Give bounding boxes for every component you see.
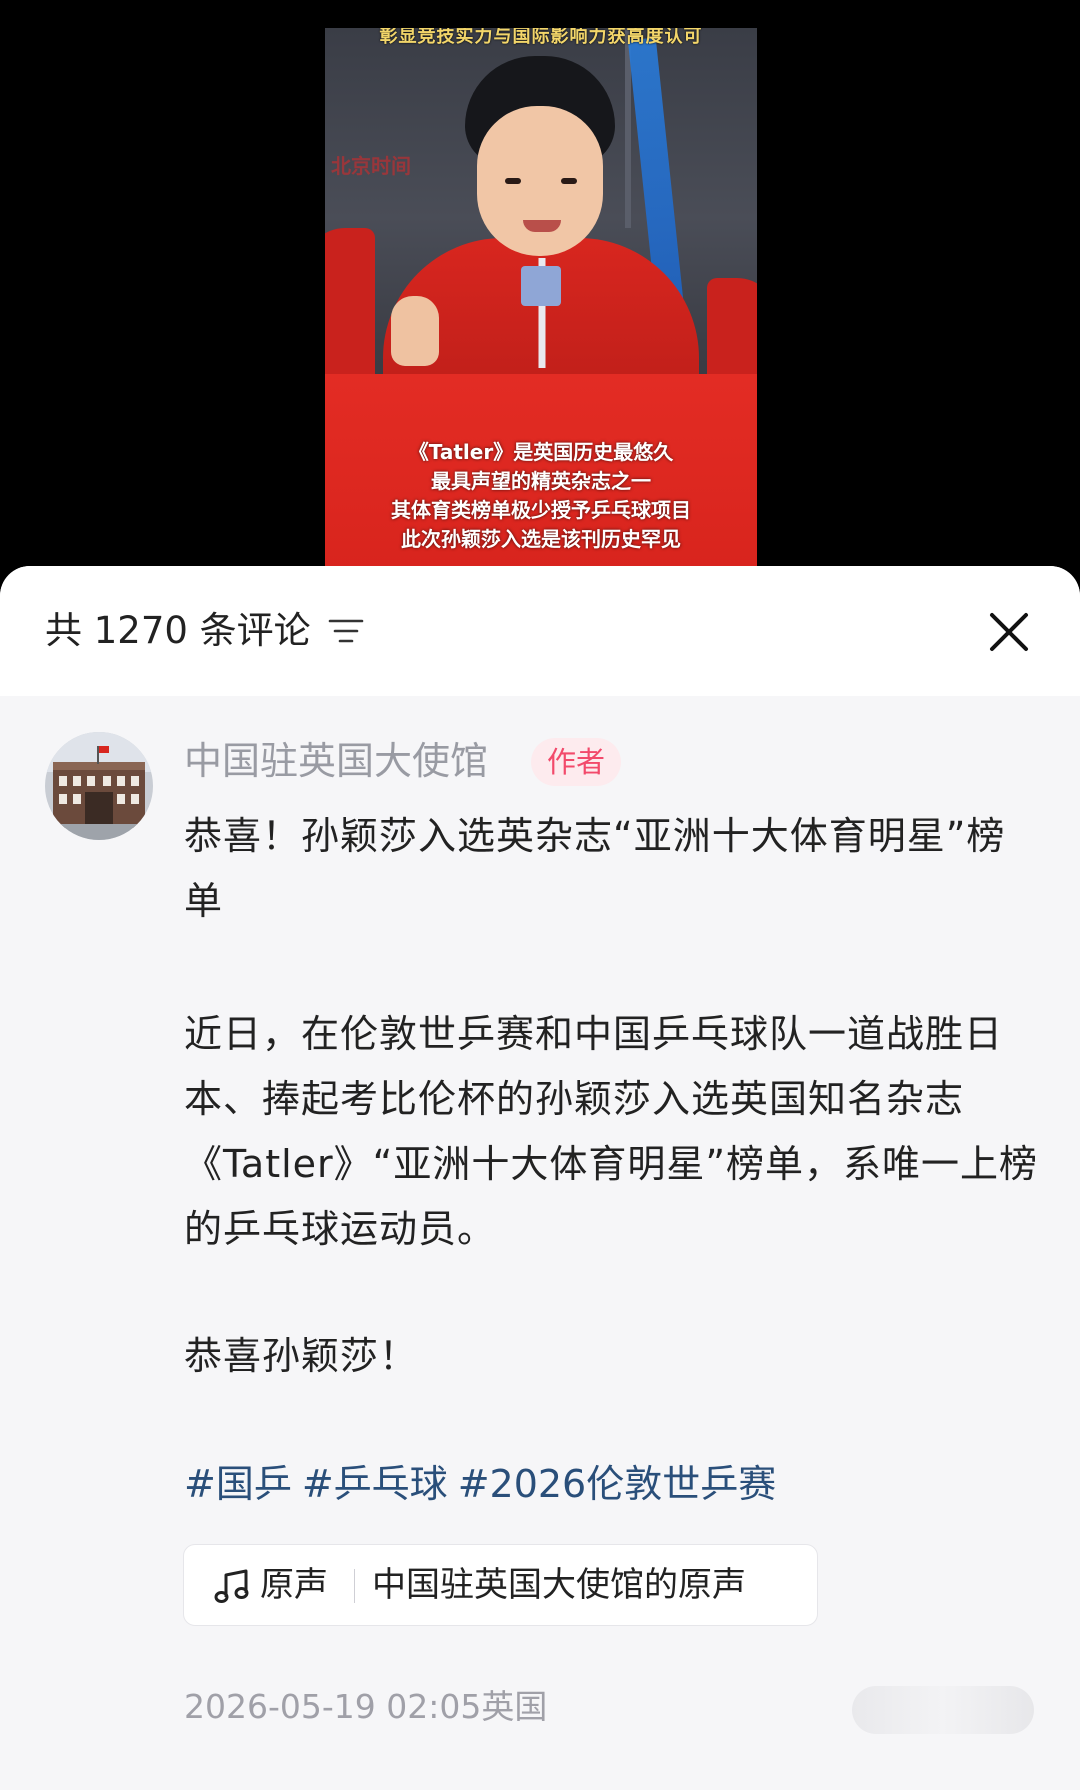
- thumbs-up-hand: [391, 296, 439, 366]
- overlay-line: 此次孙颖莎入选是该刊历史罕见: [401, 527, 681, 551]
- sound-title: 中国驻英国大使馆的原声: [372, 1565, 746, 1605]
- left-eye: [505, 178, 521, 184]
- blurred-action-area: [852, 1686, 1034, 1734]
- avatar[interactable]: [45, 732, 153, 840]
- sound-label: 原声: [260, 1565, 328, 1605]
- video-frame: 彰显竞技实力与国际影响力获高度认可 北京时间 《Tatler》是英国历史最悠久 …: [325, 28, 757, 570]
- hashtag-link[interactable]: #2026伦敦世乒赛: [458, 1462, 777, 1506]
- person-face: [477, 106, 603, 256]
- comment-item: 中国驻英国大使馆 作者 恭喜！孙颖莎入选英杂志“亚洲十大体育明星”榜单 近日，在…: [0, 566, 1080, 1790]
- comment-paragraph: 恭喜！孙颖莎入选英杂志“亚洲十大体育明星”榜单: [184, 814, 1006, 923]
- video-watermark: 北京时间: [331, 154, 411, 178]
- video-overlay-text: 《Tatler》是英国历史最悠久 最具声望的精英杂志之一 其体育类榜单极少授予乒…: [325, 438, 757, 554]
- overlay-line: 其体育类榜单极少授予乒乓球项目: [391, 498, 691, 522]
- divider: [354, 1569, 355, 1603]
- right-eye: [561, 178, 577, 184]
- comment-paragraph: 近日，在伦敦世乒赛和中国乒乓球队一道战胜日本、捧起考比伦杯的孙颖莎入选英国知名杂…: [184, 1012, 1039, 1251]
- author-badge: 作者: [531, 738, 622, 786]
- inner-shirt: [521, 266, 561, 306]
- original-sound-chip[interactable]: 原声 中国驻英国大使馆的原声: [183, 1544, 818, 1626]
- video-player[interactable]: 彰显竞技实力与国际影响力获高度认可 北京时间 《Tatler》是英国历史最悠久 …: [0, 0, 1080, 570]
- hashtag-link[interactable]: #国乒: [184, 1462, 292, 1506]
- music-note-icon: [214, 1569, 249, 1603]
- overlay-line: 《Tatler》是英国历史最悠久: [408, 440, 674, 464]
- hashtag-list: #国乒 #乒乓球 #2026伦敦世乒赛: [184, 1454, 786, 1514]
- smile: [523, 220, 561, 232]
- video-top-caption: 彰显竞技实力与国际影响力获高度认可: [379, 28, 703, 47]
- comment-timestamp: 2026-05-19 02:05英国: [184, 1687, 548, 1726]
- hashtag-link[interactable]: #乒乓球: [302, 1462, 448, 1506]
- embassy-building-icon: [45, 732, 153, 840]
- comment-author[interactable]: 中国驻英国大使馆: [184, 736, 488, 786]
- comment-paragraph: 恭喜孙颖莎！: [184, 1334, 419, 1378]
- overlay-line: 最具声望的精英杂志之一: [431, 469, 651, 493]
